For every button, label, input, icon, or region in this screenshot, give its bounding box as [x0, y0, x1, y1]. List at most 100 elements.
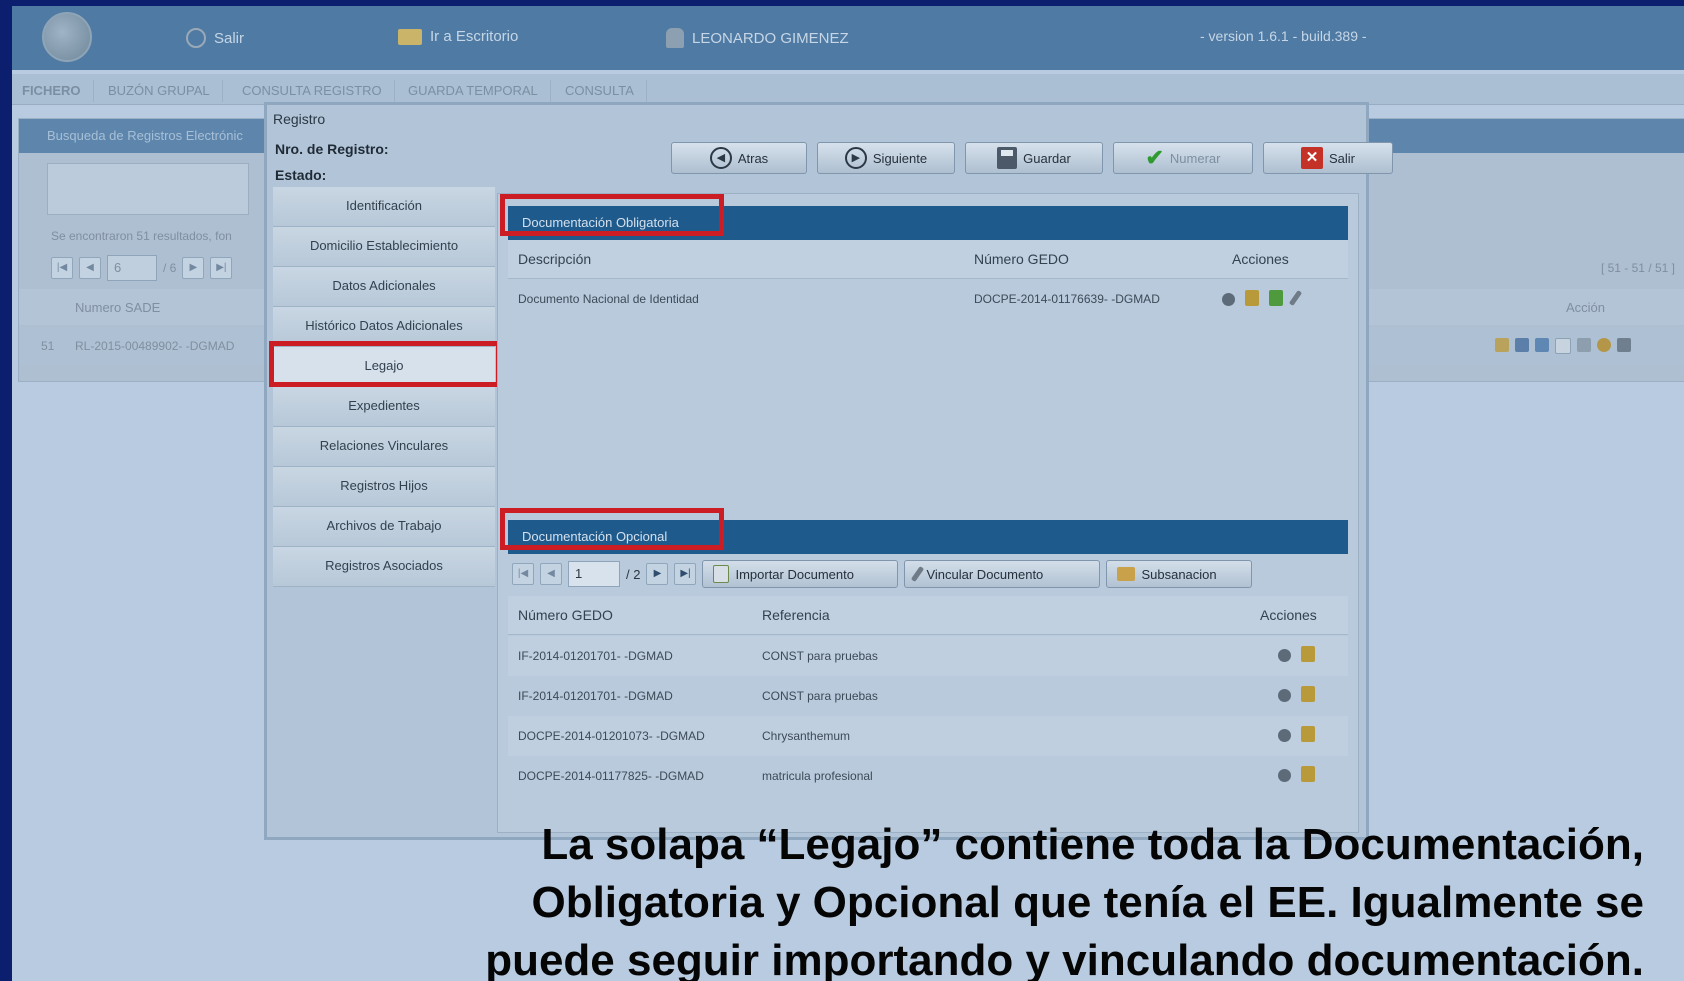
edit-icon[interactable]	[1301, 726, 1315, 742]
menu-item-archivos[interactable]: Archivos de Trabajo	[273, 507, 495, 547]
grid-icon[interactable]	[1617, 338, 1631, 352]
subsanacion-button[interactable]: Subsanacion	[1106, 560, 1253, 588]
menu-item-registros-hijos[interactable]: Registros Hijos	[273, 467, 495, 507]
row-numero-gedo: DOCPE-2014-01177825- -DGMAD	[518, 769, 704, 783]
estado-label: Estado:	[275, 167, 327, 183]
user-info: LEONARDO GIMENEZ	[666, 28, 849, 48]
search-icon[interactable]	[1222, 293, 1235, 306]
atras-button[interactable]: ◀ Atras	[671, 142, 807, 174]
close-icon: ✕	[1300, 147, 1323, 169]
last-page-button[interactable]: ▶|	[210, 257, 233, 279]
numerar-label: Numerar	[1169, 150, 1221, 166]
row-referencia: Chrysanthemum	[762, 729, 851, 743]
col-numero-gedo: Número GEDO	[518, 607, 613, 623]
row-descripcion: Documento Nacional de Identidad	[518, 292, 699, 306]
table-row[interactable]: Documento Nacional de Identidad DOCPE-20…	[508, 280, 1348, 320]
tag-icon[interactable]	[1597, 338, 1611, 352]
menu-item-identificacion[interactable]: Identificación	[273, 187, 495, 227]
table-row[interactable]: DOCPE-2014-01177825- -DGMAD matricula pr…	[508, 756, 1348, 796]
menu-item-datos-adicionales[interactable]: Datos Adicionales	[273, 267, 495, 307]
edit-icon[interactable]	[1301, 686, 1315, 702]
table-row[interactable]: IF-2014-01201701- -DGMAD CONST para prue…	[508, 676, 1348, 716]
menu-item-relaciones[interactable]: Relaciones Vinculares	[273, 427, 495, 467]
tab-consulta-registro[interactable]: CONSULTA REGISTRO	[230, 80, 395, 102]
legajo-highlight	[269, 341, 501, 387]
next-page-button[interactable]: ▶	[646, 563, 669, 585]
row-referencia: matricula profesional	[762, 769, 873, 783]
numerar-button[interactable]: ✔ Numerar	[1113, 142, 1253, 174]
legajo-content: Documentación Obligatoria Descripción Nú…	[497, 193, 1359, 833]
desk-link[interactable]: Ir a Escritorio	[398, 28, 518, 45]
search-icon[interactable]	[1278, 729, 1291, 742]
next-page-button[interactable]: ▶	[182, 257, 205, 279]
exit-link[interactable]: Salir	[186, 28, 244, 48]
paperclip-icon	[911, 566, 925, 582]
col-numero-sade: Numero SADE	[75, 300, 161, 315]
edit-icon[interactable]	[1245, 290, 1259, 306]
first-page-button[interactable]: |◀	[512, 563, 534, 585]
col-descripcion: Descripción	[518, 251, 592, 267]
table-row[interactable]: IF-2014-01201701- -DGMAD CONST para prue…	[508, 636, 1348, 676]
power-icon	[186, 28, 206, 48]
attach-icon[interactable]	[1288, 290, 1303, 306]
main-tabs: FICHERO BUZÓN GRUPAL CONSULTA REGISTRO G…	[12, 74, 1684, 105]
users-icon[interactable]	[1535, 338, 1549, 352]
menu-item-domicilio[interactable]: Domicilio Establecimiento	[273, 227, 495, 267]
document-icon[interactable]	[1555, 338, 1571, 354]
row-referencia: CONST para pruebas	[762, 689, 878, 703]
menu-item-expedientes[interactable]: Expedientes	[273, 387, 495, 427]
row-numero-gedo: DOCPE-2014-01201073- -DGMAD	[518, 729, 705, 743]
tab-fichero[interactable]: FICHERO	[12, 80, 94, 102]
first-page-button[interactable]: |◀	[51, 257, 73, 279]
search-icon[interactable]	[1278, 649, 1291, 662]
importar-label: Importar Documento	[735, 566, 854, 582]
version-text: - version 1.6.1 - build.389 -	[1200, 28, 1367, 44]
add-document-icon[interactable]	[1269, 290, 1283, 306]
opcional-columns: Número GEDO Referencia Acciones	[508, 596, 1348, 635]
page-total: / 6	[163, 261, 177, 275]
row-actions	[1278, 646, 1325, 665]
results-count: Se encontraron 51 resultados, fon	[51, 229, 232, 243]
search-icon[interactable]	[1278, 769, 1291, 782]
page-input[interactable]: 1	[568, 561, 620, 587]
prev-page-button[interactable]: ◀	[540, 563, 562, 585]
forward-icon[interactable]	[1577, 338, 1591, 352]
dialog-toolbar: ◀ Atras ▶ Siguiente Guardar ✔ Numerar ✕ …	[671, 142, 1393, 174]
tab-buzon-grupal[interactable]: BUZÓN GRUPAL	[96, 80, 223, 102]
salir-button[interactable]: ✕ Salir	[1263, 142, 1393, 174]
vincular-documento-button[interactable]: Vincular Documento	[904, 560, 1101, 588]
search-icon[interactable]	[1278, 689, 1291, 702]
atras-label: Atras	[737, 150, 769, 166]
top-header: Salir Ir a Escritorio LEONARDO GIMENEZ -…	[12, 6, 1684, 70]
row-index: 51	[41, 339, 55, 353]
tab-guarda-temporal[interactable]: GUARDA TEMPORAL	[396, 80, 551, 102]
exit-label: Salir	[214, 29, 245, 47]
last-page-button[interactable]: ▶|	[674, 563, 697, 585]
row-numero-gedo: DOCPE-2014-01176639- -DGMAD	[974, 292, 1160, 306]
envelope-icon	[1117, 567, 1136, 581]
edit-icon[interactable]	[1301, 766, 1315, 782]
bg-pager: |◀ ◀ 6 / 6 ▶ ▶|	[51, 255, 233, 281]
page-input[interactable]: 6	[107, 255, 157, 281]
importar-documento-button[interactable]: Importar Documento	[702, 560, 899, 588]
search-filter-box	[47, 163, 249, 215]
row-actions	[1278, 686, 1325, 705]
save-icon[interactable]	[1515, 338, 1529, 352]
guardar-button[interactable]: Guardar	[965, 142, 1103, 174]
tab-consulta[interactable]: CONSULTA	[553, 80, 647, 102]
folder-icon[interactable]	[1495, 338, 1509, 352]
import-document-icon	[713, 565, 730, 583]
row-actions	[1278, 766, 1325, 785]
table-row[interactable]: DOCPE-2014-01201073- -DGMAD Chrysanthemu…	[508, 716, 1348, 756]
guardar-label: Guardar	[1023, 150, 1071, 166]
siguiente-label: Siguiente	[872, 150, 928, 166]
siguiente-button[interactable]: ▶ Siguiente	[817, 142, 955, 174]
obligatoria-columns: Descripción Número GEDO Acciones	[508, 240, 1348, 279]
nro-registro-label: Nro. de Registro:	[275, 141, 389, 157]
city-logo	[42, 12, 92, 62]
edit-icon[interactable]	[1301, 646, 1315, 662]
page-total: / 2	[626, 566, 641, 582]
menu-item-registros-asociados[interactable]: Registros Asociados	[273, 547, 495, 587]
prev-page-button[interactable]: ◀	[79, 257, 101, 279]
col-acciones: Acciones	[1260, 607, 1317, 623]
